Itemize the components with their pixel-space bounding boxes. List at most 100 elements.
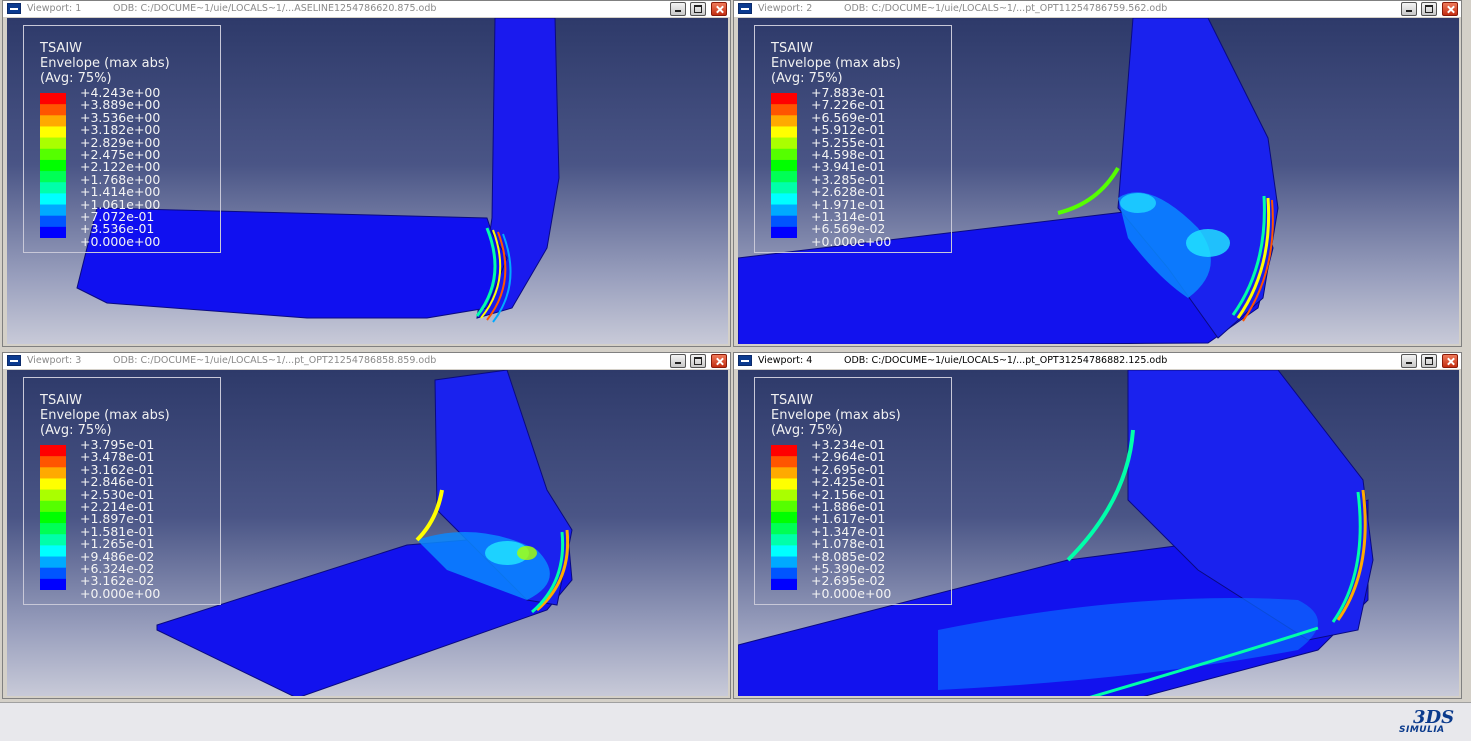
legend-color-band (771, 193, 797, 205)
legend-color-band (771, 226, 797, 238)
maximize-button[interactable] (690, 354, 706, 368)
close-button[interactable] (711, 354, 727, 368)
legend-color-scale (771, 93, 797, 238)
viewport-3-canvas[interactable]: TSAIW Envelope (max abs) (Avg: 75%) +3.7… (7, 370, 728, 696)
legend-subtitle: Envelope (max abs) (40, 56, 170, 71)
legend-color-band (771, 148, 797, 161)
legend-title: TSAIW (771, 41, 814, 56)
legend-color-band (40, 567, 66, 580)
legend-color-band (40, 115, 66, 127)
legend-averaging: (Avg: 75%) (771, 423, 843, 438)
legend-color-band (40, 159, 66, 172)
legend-color-band (771, 489, 797, 502)
brand-name: SIMULIA (1399, 725, 1445, 735)
legend-color-band (771, 456, 797, 468)
legend-color-band (40, 456, 66, 468)
minimize-button[interactable] (1401, 354, 1417, 368)
legend-color-band (771, 115, 797, 127)
legend-color-band (771, 534, 797, 546)
legend-value: +0.000e+00 (80, 233, 161, 249)
legend-color-band (771, 182, 797, 194)
minimize-button[interactable] (670, 2, 686, 16)
legend-color-band (771, 171, 797, 183)
legend-averaging: (Avg: 75%) (771, 71, 843, 86)
legend-color-band (771, 578, 797, 590)
viewport-4-canvas[interactable]: TSAIW Envelope (max abs) (Avg: 75%) +3.2… (738, 370, 1459, 696)
close-button[interactable] (1442, 354, 1458, 368)
legend-color-band (40, 545, 66, 557)
legend-color-band (40, 204, 66, 216)
legend-color-band (40, 511, 66, 524)
legend-color-band (40, 523, 66, 535)
close-button[interactable] (711, 2, 727, 16)
legend-color-scale (40, 445, 66, 590)
minimize-button[interactable] (1401, 2, 1417, 16)
legend-color-band (40, 534, 66, 546)
legend-color-scale (771, 445, 797, 590)
legend-color-band (771, 478, 797, 490)
viewport-odb-path: ODB: C:/DOCUME~1/uie/LOCALS~1/...pt_OPT3… (844, 355, 1168, 366)
viewport-2-titlebar[interactable]: Viewport: 2 ODB: C:/DOCUME~1/uie/LOCALS~… (734, 1, 1461, 17)
contour-legend: TSAIW Envelope (max abs) (Avg: 75%) +3.2… (754, 377, 952, 605)
viewport-1-titlebar[interactable]: Viewport: 1 ODB: C:/DOCUME~1/uie/LOCALS~… (3, 1, 730, 17)
legend-color-band (40, 578, 66, 590)
simulia-logo: 3DS SIMULIA (1395, 706, 1461, 740)
viewport-4[interactable]: Viewport: 4 ODB: C:/DOCUME~1/uie/LOCALS~… (733, 352, 1462, 699)
viewport-name: Viewport: 3 (27, 355, 82, 366)
window-menu-icon[interactable] (738, 3, 752, 14)
legend-color-band (40, 148, 66, 161)
contour-legend: TSAIW Envelope (max abs) (Avg: 75%) +4.2… (23, 25, 221, 253)
viewport-odb-path: ODB: C:/DOCUME~1/uie/LOCALS~1/...ASELINE… (113, 3, 437, 14)
legend-color-scale (40, 93, 66, 238)
window-menu-icon[interactable] (7, 355, 21, 366)
maximize-button[interactable] (690, 2, 706, 16)
legend-color-band (40, 182, 66, 194)
legend-subtitle: Envelope (max abs) (40, 408, 170, 423)
legend-color-band (40, 500, 66, 513)
legend-color-band (40, 478, 66, 490)
viewport-name: Viewport: 1 (27, 3, 82, 14)
legend-color-band (40, 226, 66, 238)
close-button[interactable] (1442, 2, 1458, 16)
viewport-3[interactable]: Viewport: 3 ODB: C:/DOCUME~1/uie/LOCALS~… (2, 352, 731, 699)
viewport-odb-path: ODB: C:/DOCUME~1/uie/LOCALS~1/...pt_OPT1… (844, 3, 1168, 14)
maximize-button[interactable] (1421, 354, 1437, 368)
legend-color-band (40, 126, 66, 138)
legend-subtitle: Envelope (max abs) (771, 56, 901, 71)
legend-color-band (40, 137, 66, 150)
viewport-odb-path: ODB: C:/DOCUME~1/uie/LOCALS~1/...pt_OPT2… (113, 355, 437, 366)
legend-color-band (771, 93, 797, 105)
minimize-button[interactable] (670, 354, 686, 368)
legend-color-band (771, 126, 797, 138)
viewport-4-titlebar[interactable]: Viewport: 4 ODB: C:/DOCUME~1/uie/LOCALS~… (734, 353, 1461, 369)
legend-value: +0.000e+00 (811, 585, 892, 601)
viewport-2[interactable]: Viewport: 2 ODB: C:/DOCUME~1/uie/LOCALS~… (733, 0, 1462, 347)
legend-title: TSAIW (771, 393, 814, 408)
legend-color-band (771, 215, 797, 228)
viewport-2-canvas[interactable]: TSAIW Envelope (max abs) (Avg: 75%) +7.8… (738, 18, 1459, 344)
legend-color-band (40, 556, 66, 568)
window-menu-icon[interactable] (7, 3, 21, 14)
viewport-1[interactable]: Viewport: 1 ODB: C:/DOCUME~1/uie/LOCALS~… (2, 0, 731, 347)
maximize-button[interactable] (1421, 2, 1437, 16)
legend-color-band (771, 137, 797, 150)
legend-value: +0.000e+00 (811, 233, 892, 249)
legend-value: +0.000e+00 (80, 585, 161, 601)
legend-color-band (40, 489, 66, 502)
legend-subtitle: Envelope (max abs) (771, 408, 901, 423)
legend-color-band (771, 467, 797, 479)
legend-color-band (40, 467, 66, 479)
legend-color-band (40, 445, 66, 457)
legend-color-band (771, 159, 797, 172)
legend-title: TSAIW (40, 41, 83, 56)
legend-averaging: (Avg: 75%) (40, 423, 112, 438)
status-bar: 3DS SIMULIA (0, 702, 1471, 741)
legend-color-band (771, 500, 797, 513)
viewport-1-canvas[interactable]: TSAIW Envelope (max abs) (Avg: 75%) +4.2… (7, 18, 728, 344)
legend-color-band (40, 93, 66, 105)
legend-color-band (771, 556, 797, 568)
viewport-3-titlebar[interactable]: Viewport: 3 ODB: C:/DOCUME~1/uie/LOCALS~… (3, 353, 730, 369)
legend-color-band (771, 545, 797, 557)
window-menu-icon[interactable] (738, 355, 752, 366)
legend-title: TSAIW (40, 393, 83, 408)
